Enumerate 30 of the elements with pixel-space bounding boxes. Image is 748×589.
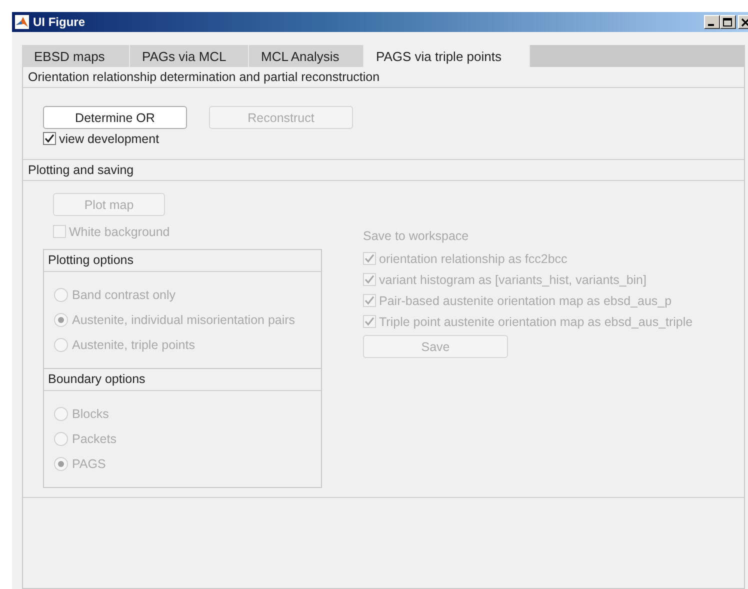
minimize-icon xyxy=(708,24,714,26)
radio-label: Austenite, triple points xyxy=(72,338,195,352)
checkbox-label: Pair-based austenite orientation map as ebsd_aus_p xyxy=(379,294,672,308)
radio-label: Austenite, individual misorientation pairs xyxy=(72,312,296,326)
group-header: Boundary options xyxy=(44,368,321,391)
minimize-button[interactable] xyxy=(704,15,720,29)
checkbox-label: view development xyxy=(59,132,160,146)
section-header: Orientation relationship determination and partial reconstruction xyxy=(23,67,744,88)
checkbox-label: variant histogram as [variants_hist, variants_bin] xyxy=(379,272,646,286)
save-title: Save to workspace xyxy=(363,229,470,243)
tab[interactable]: PAGS via triple points xyxy=(364,45,530,67)
window-title: UI Figure xyxy=(33,15,86,29)
checkbox[interactable] xyxy=(43,132,56,145)
tab[interactable]: EBSD maps xyxy=(22,45,130,67)
radio-label: Packets xyxy=(72,432,116,446)
group-header: Plotting options xyxy=(44,250,321,272)
checkbox-label: Triple point austenite orientation map as ebsd_aus_triple xyxy=(379,314,693,328)
radio-label: Band contrast only xyxy=(72,288,176,302)
maximize-icon xyxy=(723,18,733,26)
app-logo-icon xyxy=(15,15,29,29)
maximize-button[interactable] xyxy=(720,15,736,29)
checkbox-label: White background xyxy=(69,224,170,238)
tab[interactable]: MCL Analysis xyxy=(249,45,364,67)
action-button[interactable]: Determine OR xyxy=(43,106,187,129)
checkbox-label: orientation relationship as fcc2bcc xyxy=(379,252,568,266)
close-icon xyxy=(741,18,748,26)
radio-label: PAGS xyxy=(72,456,106,470)
radio-label: Blocks xyxy=(72,406,109,420)
tab[interactable]: PAGs via MCL xyxy=(130,45,249,67)
section-header: Plotting and saving xyxy=(23,160,744,181)
